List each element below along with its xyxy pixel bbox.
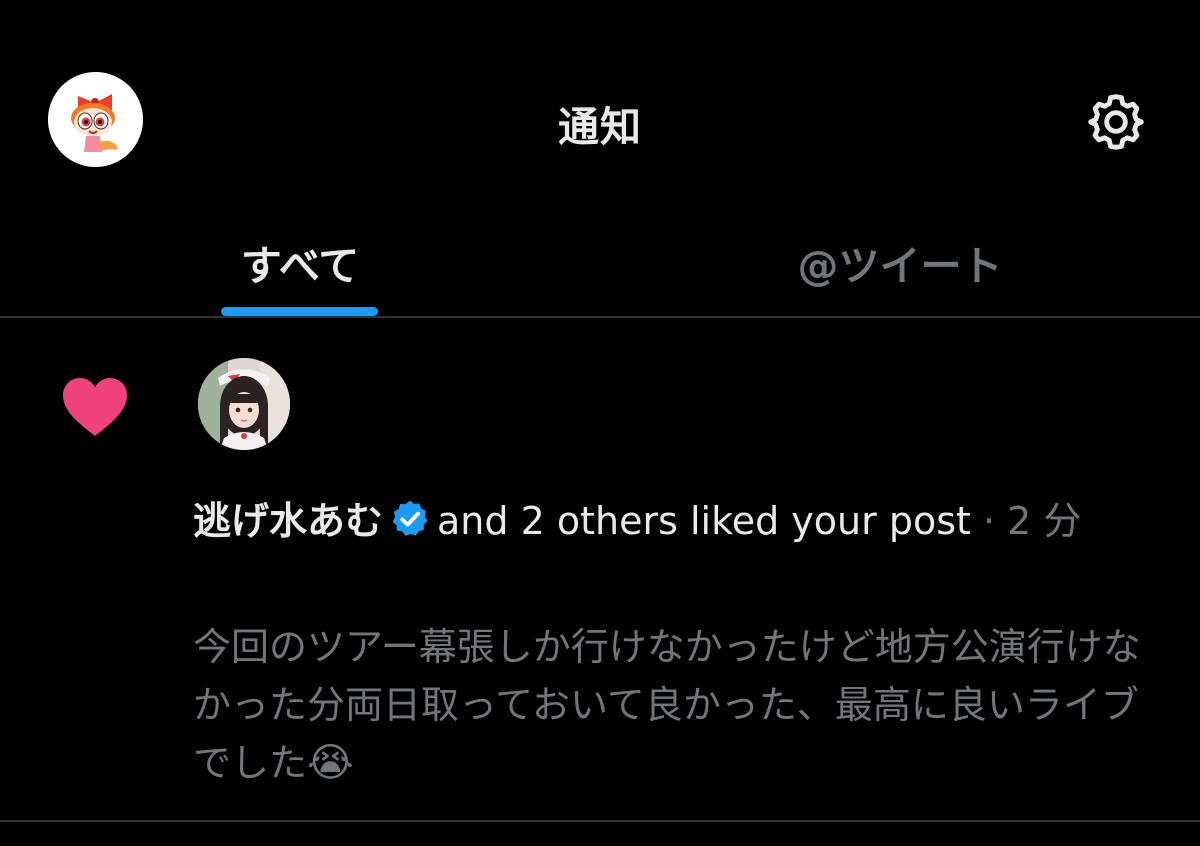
notifications-screen: 通知 すべて @ツイート 逃げ水あむ and 2 others liked yo… xyxy=(0,0,1200,846)
top-header: 通知 xyxy=(0,0,1200,200)
notification-action-text: and 2 others liked your post xyxy=(437,499,971,543)
actor-photo xyxy=(198,358,290,450)
verified-badge-icon xyxy=(389,498,431,540)
active-tab-indicator xyxy=(221,307,378,316)
notification-divider xyxy=(0,820,1200,822)
heart-icon xyxy=(62,378,128,438)
settings-button[interactable] xyxy=(1080,86,1152,158)
loudly-crying-emoji-icon: 😭 xyxy=(307,740,354,786)
notification-time: 2 分 xyxy=(1007,499,1082,543)
tab-all-label: すべて xyxy=(240,242,360,290)
gear-icon xyxy=(1088,94,1144,150)
tab-mentions-label: @ツイート xyxy=(797,242,1003,290)
separator-dot: · xyxy=(982,499,996,543)
notification-text: 逃げ水あむ and 2 others liked your post · 2 分 xyxy=(193,498,1163,545)
notification-tabs: すべて @ツイート xyxy=(0,200,1200,318)
page-title: 通知 xyxy=(558,103,642,151)
notification-item[interactable]: 逃げ水あむ and 2 others liked your post · 2 分 … xyxy=(0,318,1200,822)
actor-name[interactable]: 逃げ水あむ xyxy=(193,499,383,543)
tab-mentions[interactable]: @ツイート xyxy=(740,226,1060,318)
post-preview-text[interactable]: 今回のツアー幕張しか行けなかったけど地方公演行けなかった分両日取っておいて良かっ… xyxy=(193,618,1153,792)
tab-all[interactable]: すべて xyxy=(190,226,410,318)
actor-avatar[interactable] xyxy=(198,358,290,450)
